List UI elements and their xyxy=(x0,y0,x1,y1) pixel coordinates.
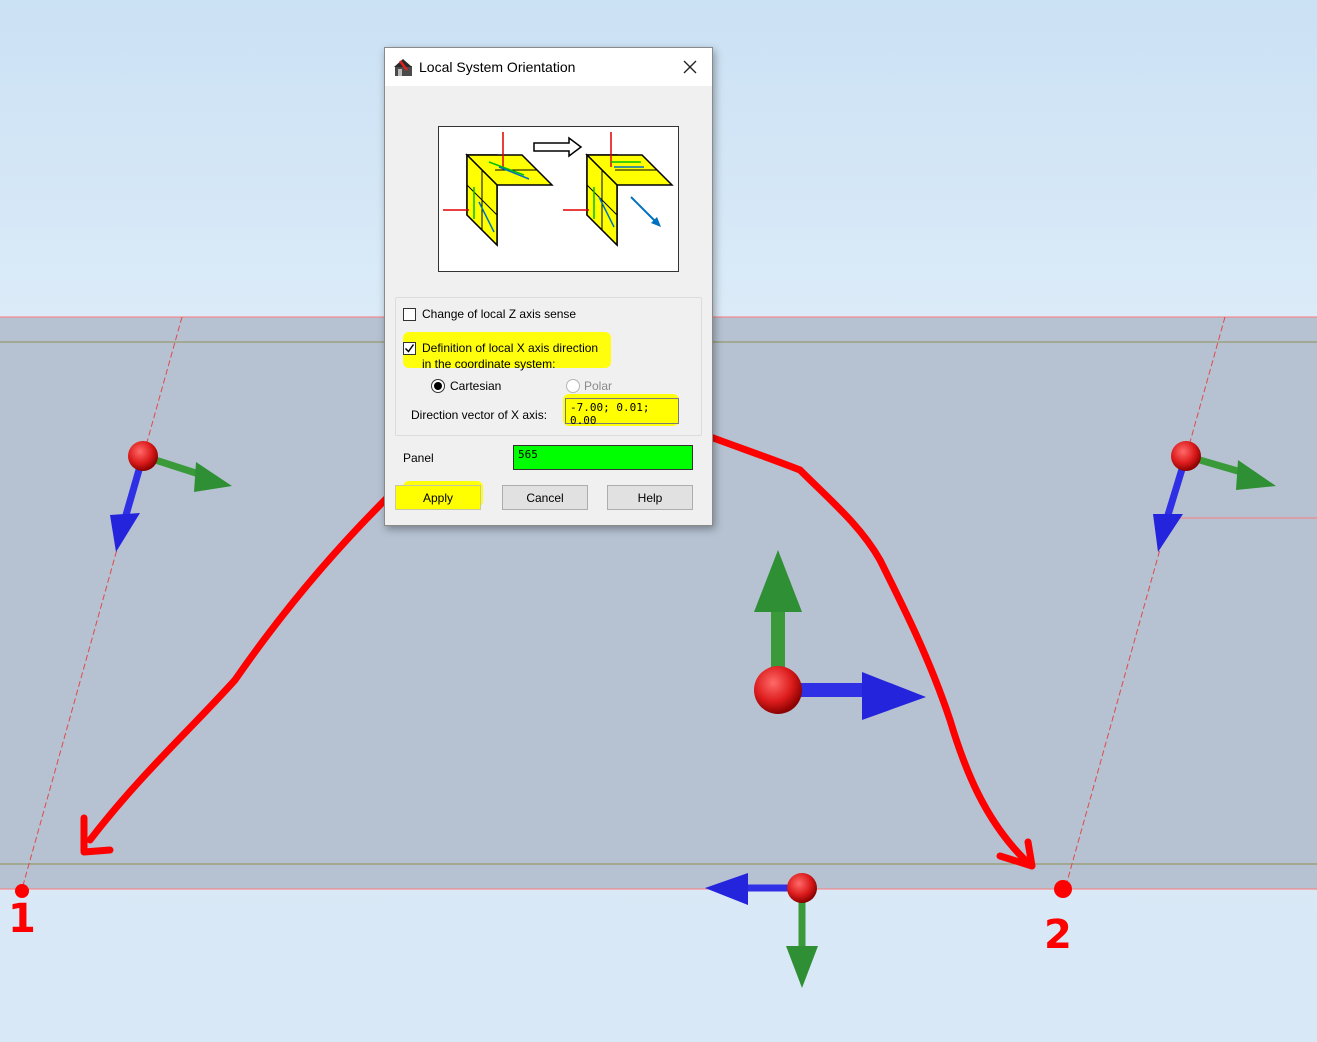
transform-arrow-icon xyxy=(533,136,583,158)
cancel-button-label: Cancel xyxy=(526,490,564,505)
change-z-checkbox[interactable] xyxy=(403,308,416,321)
panel-input[interactable]: 565 xyxy=(513,445,693,470)
close-icon xyxy=(683,60,697,74)
help-button-label: Help xyxy=(637,490,663,505)
apply-button-label: Apply xyxy=(422,490,454,505)
help-button[interactable]: Help xyxy=(607,485,693,510)
def-x-checkbox[interactable] xyxy=(403,342,416,355)
cartesian-radio[interactable] xyxy=(431,379,445,393)
marker-label-2: 2 xyxy=(1044,912,1072,958)
def-x-label-line2: in the coordinate system: xyxy=(422,357,556,371)
change-z-label[interactable]: Change of local Z axis sense xyxy=(422,307,576,321)
cartesian-label[interactable]: Cartesian xyxy=(450,379,501,393)
direction-vector-label: Direction vector of X axis: xyxy=(411,408,548,422)
direction-vector-input[interactable]: -7.00; 0.01; 0.00 xyxy=(565,398,679,427)
panel-label: Panel xyxy=(403,451,434,465)
dialog-title: Local System Orientation xyxy=(419,59,576,75)
apply-button[interactable]: Apply xyxy=(395,485,481,510)
orientation-illustration xyxy=(438,126,679,272)
def-x-label-line1[interactable]: Definition of local X axis direction xyxy=(422,341,598,355)
checkmark-icon xyxy=(404,344,415,353)
polar-radio[interactable] xyxy=(566,379,580,393)
cancel-button[interactable]: Cancel xyxy=(502,485,588,510)
point-marker-2 xyxy=(1054,880,1072,898)
marker-label-1: 1 xyxy=(8,896,36,942)
close-button[interactable] xyxy=(668,48,712,86)
polar-label: Polar xyxy=(584,379,613,393)
local-system-orientation-dialog: Local System Orientation Change of local… xyxy=(384,47,713,526)
axis-gizmo-bottom[interactable] xyxy=(705,873,818,988)
dialog-titlebar[interactable]: Local System Orientation xyxy=(385,48,712,86)
app-icon xyxy=(394,59,412,76)
